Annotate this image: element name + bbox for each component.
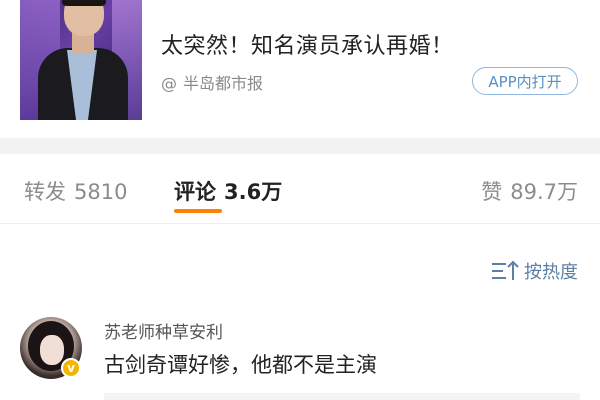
verified-badge-icon: v: [61, 358, 81, 378]
avatar-face: [40, 335, 64, 365]
stats-bar: 转发 5810 评论 3.6万 赞 89.7万: [0, 154, 600, 224]
repost-count: 5810: [74, 180, 128, 204]
tab-like[interactable]: 赞 89.7万: [481, 176, 578, 206]
thumbnail-hair: [62, 0, 106, 6]
reply-preview-box[interactable]: [104, 393, 580, 400]
source-name: 半岛都市报: [183, 74, 264, 93]
stats-separator: [0, 223, 600, 224]
comment-username[interactable]: 苏老师种草安利: [104, 318, 223, 343]
like-label: 赞: [481, 180, 503, 204]
article-card[interactable]: 太突然！知名演员承认再婚！ @ 半岛都市报 APP内打开: [0, 0, 600, 138]
article-thumbnail[interactable]: [20, 0, 142, 120]
sort-icon: [492, 260, 519, 280]
like-count: 89.7万: [510, 180, 578, 204]
comment-label: 评论: [174, 180, 216, 204]
section-divider: [0, 138, 600, 154]
at-icon: @: [161, 74, 177, 93]
open-in-app-button[interactable]: APP内打开: [472, 67, 578, 95]
sort-label: 按热度: [524, 262, 578, 283]
tab-comment[interactable]: 评论 3.6万: [174, 176, 282, 206]
comment-text[interactable]: 古剑奇谭好惨，他都不是主演: [104, 349, 377, 379]
article-title[interactable]: 太突然！知名演员承认再婚！: [161, 28, 454, 60]
sort-by-hot-button[interactable]: 按热度: [490, 258, 578, 284]
active-tab-indicator: [174, 209, 222, 213]
comment-count: 3.6万: [224, 180, 283, 204]
tab-repost[interactable]: 转发 5810: [24, 176, 127, 206]
repost-label: 转发: [24, 180, 66, 204]
article-source[interactable]: @ 半岛都市报: [161, 70, 263, 94]
